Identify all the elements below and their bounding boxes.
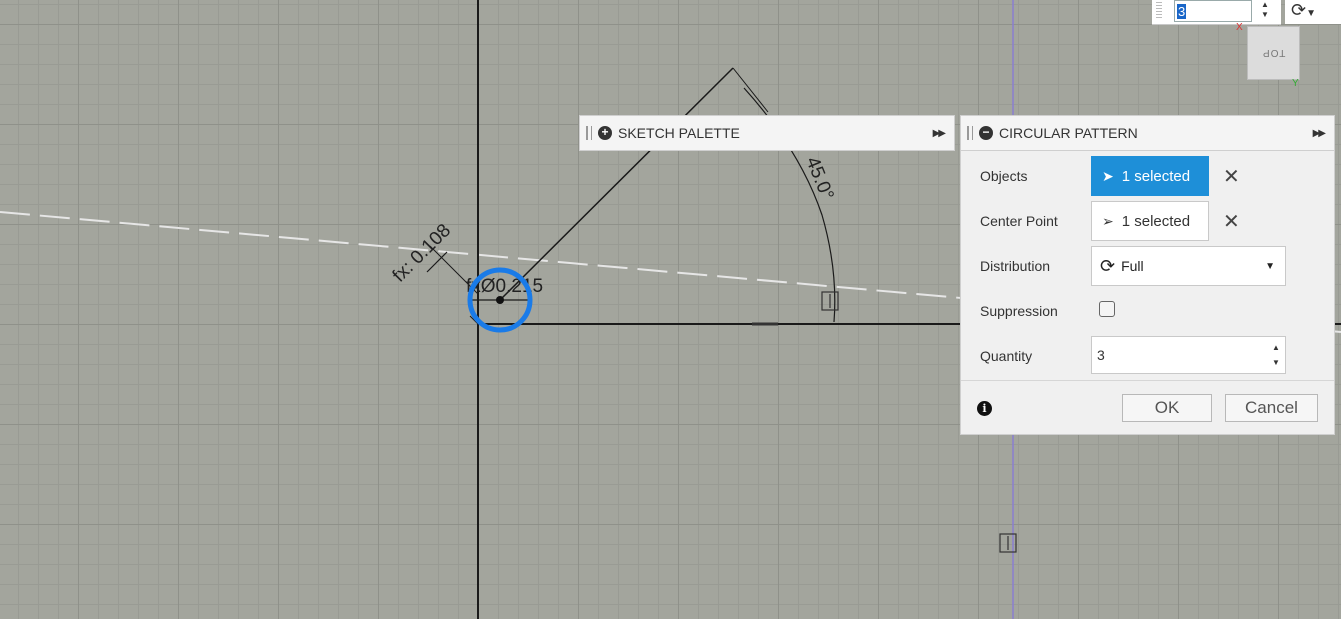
quantity-stepper[interactable]: ▲ ▼	[1269, 340, 1283, 370]
cursor-arrow-icon: ➤	[1102, 167, 1114, 184]
center-point[interactable]	[496, 296, 504, 304]
quantity-quick-input[interactable]: 3 ▲ ▼	[1152, 0, 1281, 25]
viewcube-face-label: TOP	[1261, 47, 1286, 58]
sketch-palette-title: SKETCH PALETTE	[618, 125, 740, 141]
objects-selection-count: 1 selected	[1121, 167, 1191, 185]
distribution-label: Distribution	[980, 258, 1051, 274]
center-point-select-button[interactable]: ➢ 1 selected	[1091, 201, 1209, 241]
x-axis-label: X	[1236, 22, 1243, 33]
cancel-button[interactable]: Cancel	[1225, 394, 1318, 422]
cursor-arrow-icon: ➢	[1102, 212, 1114, 229]
objects-select-button[interactable]: ➤ 1 selected	[1091, 156, 1209, 196]
angled-sketch-line[interactable]	[499, 67, 734, 301]
rotate-icon: ⟳	[1291, 0, 1307, 20]
drag-grip-icon[interactable]	[967, 126, 973, 140]
drag-grip-icon[interactable]	[1156, 2, 1162, 20]
chevron-down-icon: ▼	[1306, 8, 1316, 19]
objects-row: Objects ➤ 1 selected ✕	[961, 156, 1334, 196]
quantity-value: 3	[1097, 347, 1105, 363]
quantity-row: Quantity 3 ▲ ▼	[961, 336, 1334, 376]
distribution-dropdown[interactable]: ⟳ Full ▼	[1091, 246, 1286, 286]
y-axis-label: Y	[1292, 78, 1299, 89]
center-point-selection-count: 1 selected	[1121, 212, 1191, 230]
quantity-quick-field[interactable]: 3	[1174, 0, 1252, 22]
minus-circle-icon[interactable]: −	[979, 126, 993, 140]
suppression-checkbox[interactable]	[1099, 301, 1115, 317]
distribution-quick-dropdown[interactable]: ⟳▼	[1285, 0, 1341, 24]
quantity-quick-stepper[interactable]: ▲ ▼	[1258, 0, 1272, 22]
quantity-field[interactable]: 3 ▲ ▼	[1091, 336, 1286, 374]
center-point-row: Center Point ➢ 1 selected ✕	[961, 201, 1334, 241]
circular-pattern-dialog: − CIRCULAR PATTERN ▶▶ Objects ➤ 1 select…	[960, 115, 1335, 435]
angle-extension-line	[732, 67, 769, 113]
clear-objects-close-icon[interactable]: ✕	[1223, 164, 1240, 189]
viewcube[interactable]: TOP	[1247, 26, 1300, 80]
circular-pattern-header[interactable]: − CIRCULAR PATTERN ▶▶	[960, 115, 1335, 151]
info-icon[interactable]: i	[977, 401, 992, 416]
objects-label: Objects	[980, 168, 1028, 184]
double-arrow-right-icon[interactable]: ▶▶	[933, 128, 946, 139]
midpoint-constraint-icon[interactable]	[821, 291, 839, 311]
rotate-icon: ⟳	[1100, 255, 1116, 276]
distribution-row: Distribution ⟳ Full ▼	[961, 246, 1334, 286]
drag-grip-icon[interactable]	[586, 126, 592, 140]
plus-circle-icon[interactable]: +	[598, 126, 612, 140]
double-arrow-right-icon[interactable]: ▶▶	[1313, 128, 1326, 139]
suppression-row: Suppression	[961, 291, 1334, 331]
clear-center-point-close-icon[interactable]: ✕	[1223, 209, 1240, 234]
suppression-label: Suppression	[980, 303, 1058, 319]
circular-pattern-title: CIRCULAR PATTERN	[999, 125, 1138, 141]
quantity-quick-value: 3	[1177, 4, 1187, 19]
ok-button[interactable]: OK	[1122, 394, 1212, 422]
distribution-value: Full	[1121, 258, 1144, 274]
center-point-label: Center Point	[980, 213, 1058, 229]
quantity-label: Quantity	[980, 348, 1033, 364]
sketch-palette-header[interactable]: + SKETCH PALETTE ▶▶	[579, 115, 955, 151]
dialog-footer: i OK Cancel	[961, 380, 1334, 435]
chevron-down-icon: ▼	[1265, 260, 1275, 272]
